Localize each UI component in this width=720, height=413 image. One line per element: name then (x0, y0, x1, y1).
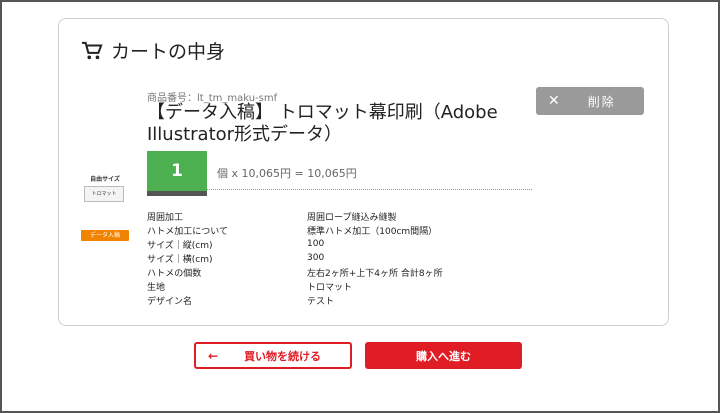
spec-key: ハトメの個数 (147, 268, 202, 279)
divider (207, 189, 532, 190)
cart-panel: カートの中身 商品番号：lt_tm_maku-smf 【データ入稿】 トロマット… (58, 18, 669, 326)
spec-value: トロマット (307, 282, 353, 293)
cart-title: カートの中身 (111, 41, 226, 63)
spec-row: ハトメ加工について 標準ハトメ加工（100cm間隔） (147, 223, 507, 237)
spec-list: 周囲加工 周囲ロープ縫込み縫製 ハトメ加工について 標準ハトメ加工（100cm間隔）… (147, 209, 507, 307)
checkout-label: 購入へ進む (416, 349, 471, 363)
spec-value: 周囲ロープ縫込み縫製 (307, 212, 397, 223)
checkout-button[interactable]: 購入へ進む (365, 342, 522, 369)
spec-row: 生地 トロマット (147, 279, 507, 293)
spec-key: デザイン名 (147, 296, 193, 307)
spec-value: 300 (307, 253, 325, 263)
spec-key: サイズ｜縦(cm) (147, 240, 213, 251)
product-thumbnail: トロマット (84, 186, 124, 202)
product-name: 【データ入稿】 トロマット幕印刷（Adobe Illustrator形式データ） (147, 102, 498, 145)
spec-key: サイズ｜横(cm) (147, 254, 213, 265)
spec-row: デザイン名 テスト (147, 293, 507, 307)
spec-key: 生地 (147, 282, 166, 293)
cart-heading: カートの中身 (81, 37, 225, 64)
spec-value: 左右2ヶ所+上下4ヶ所 合計8ヶ所 (307, 268, 443, 279)
data-upload-badge: データ入稿 (81, 230, 129, 241)
price-line: 個 x 10,065円 = 10,065円 (217, 167, 357, 180)
spec-value: 標準ハトメ加工（100cm間隔） (307, 226, 438, 237)
spec-row: サイズ｜横(cm) 300 (147, 251, 507, 265)
delete-label: 削除 (587, 94, 616, 109)
continue-label: 買い物を続ける (244, 349, 322, 363)
thumbnail-caption: 自由サイズ (90, 176, 120, 183)
continue-shopping-button[interactable]: ← 買い物を続ける (194, 342, 352, 369)
delete-button[interactable]: ✕ 削除 (536, 87, 644, 115)
spec-key: ハトメ加工について (147, 226, 229, 237)
spec-value: テスト (307, 296, 335, 307)
spec-value: 100 (307, 239, 325, 249)
spec-row: ハトメの個数 左右2ヶ所+上下4ヶ所 合計8ヶ所 (147, 265, 507, 279)
spec-key: 周囲加工 (147, 212, 184, 223)
arrow-left-icon: ← (208, 348, 219, 363)
quantity-box[interactable]: 1 (147, 151, 207, 196)
cart-icon (82, 41, 103, 59)
spec-row: サイズ｜縦(cm) 100 (147, 237, 507, 251)
close-icon: ✕ (548, 93, 560, 109)
spec-row: 周囲加工 周囲ロープ縫込み縫製 (147, 209, 507, 223)
